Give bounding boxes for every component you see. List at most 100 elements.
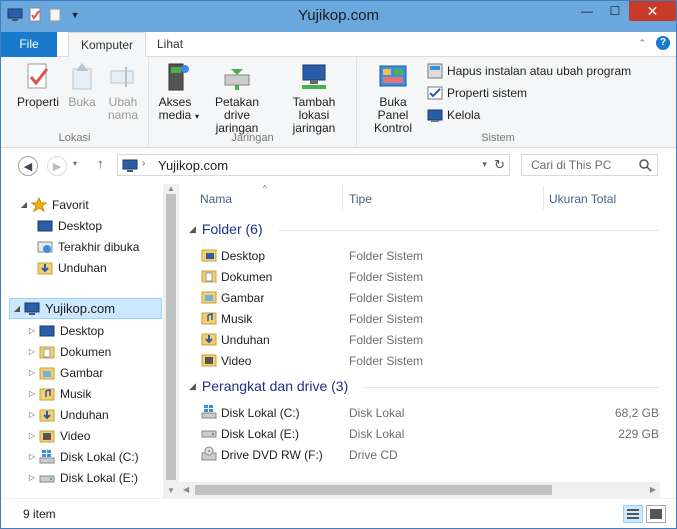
chevron-down-icon[interactable]: ▾: [73, 159, 77, 168]
computer-icon: [24, 302, 40, 315]
close-button[interactable]: ✕: [629, 1, 676, 21]
nav-pc-disk-c[interactable]: ▷ Disk Lokal (C:): [25, 446, 179, 467]
chevron-right-icon[interactable]: ›: [142, 158, 145, 169]
nav-favorit[interactable]: ◢ Favorit: [17, 194, 179, 215]
up-arrow-icon[interactable]: ↑: [97, 156, 104, 171]
list-item[interactable]: Dokumen Folder Sistem: [199, 266, 659, 287]
address-bar[interactable]: › Yujikop.com ▾ ↻: [117, 154, 510, 176]
nav-pc-pictures[interactable]: ▷ Gambar: [25, 362, 179, 383]
content-vertical-scrollbar[interactable]: [660, 184, 676, 482]
properti-sistem-button[interactable]: Properti sistem: [427, 85, 527, 101]
chevron-down-icon[interactable]: ▾: [482, 159, 487, 170]
nav-pc-desktop[interactable]: ▷ Desktop: [25, 320, 179, 341]
column-header: ^ Nama Tipe Ukuran Total: [179, 184, 676, 212]
media-icon: [161, 61, 193, 93]
nav-pc-videos[interactable]: ▷ Video: [25, 425, 179, 446]
manage-icon: [427, 109, 443, 122]
properti-button[interactable]: Properti: [15, 61, 61, 109]
hapus-instalan-button[interactable]: Hapus instalan atau ubah program: [427, 63, 631, 79]
list-item[interactable]: Disk Lokal (E:) Disk Lokal 229 GB: [199, 423, 659, 444]
nav-fav-recent[interactable]: Terakhir dibuka: [37, 236, 179, 257]
nav-fav-desktop[interactable]: Desktop: [37, 215, 179, 236]
recent-places-icon: [37, 241, 53, 253]
downloads-icon: [201, 333, 217, 346]
forward-button[interactable]: ▶: [47, 156, 67, 176]
content-pane: ^ Nama Tipe Ukuran Total ◢ Folder (6) De…: [179, 184, 676, 498]
music-icon: [201, 312, 217, 325]
group-header-drives[interactable]: ◢ Perangkat dan drive (3): [189, 378, 659, 394]
sort-arrow-icon: ^: [263, 184, 267, 193]
column-size[interactable]: Ukuran Total: [549, 192, 616, 206]
list-item[interactable]: Video Folder Sistem: [199, 350, 659, 371]
nav-pc-disk-e[interactable]: ▷ Disk Lokal (E:): [25, 467, 179, 488]
collapse-arrow-icon[interactable]: ▷: [25, 431, 39, 440]
buka-panel-button[interactable]: Buka Panel Kontrol: [361, 61, 425, 135]
group-header-folder[interactable]: ◢ Folder (6): [189, 221, 659, 237]
column-type[interactable]: Tipe: [349, 192, 372, 206]
nav-fav-downloads[interactable]: Unduhan: [37, 257, 179, 278]
chevron-down-icon[interactable]: ◢: [189, 224, 196, 235]
list-item[interactable]: Disk Lokal (C:) Disk Lokal 68,2 GB: [199, 402, 659, 423]
collapse-arrow-icon[interactable]: ▷: [25, 368, 39, 377]
collapse-arrow-icon[interactable]: ▷: [25, 326, 39, 335]
computer-icon: [122, 159, 138, 172]
collapse-arrow-icon[interactable]: ▷: [25, 452, 39, 461]
search-input[interactable]: Cari di This PC: [521, 154, 658, 176]
open-icon: [66, 61, 98, 93]
chevron-down-icon[interactable]: ◢: [189, 381, 196, 392]
group-label: Sistem: [481, 132, 515, 144]
tambah-lokasi-button[interactable]: Tambah lokasi jaringan: [275, 61, 353, 135]
refresh-icon[interactable]: ↻: [494, 157, 505, 173]
collapse-arrow-icon[interactable]: ▷: [25, 473, 39, 482]
minimize-button[interactable]: —: [573, 1, 601, 21]
tab-file[interactable]: File: [1, 32, 57, 57]
scroll-left-icon[interactable]: ◀: [183, 485, 189, 494]
scrollbar-thumb[interactable]: [166, 194, 176, 480]
akses-media-button[interactable]: Akses media ▾: [155, 61, 199, 123]
maximize-button[interactable]: ☐: [601, 1, 629, 21]
help-icon[interactable]: ?: [656, 36, 670, 50]
chevron-down-icon[interactable]: ⌃: [638, 38, 646, 49]
collapse-arrow-icon[interactable]: ▷: [25, 389, 39, 398]
nav-this-pc[interactable]: ◢ Yujikop.com: [9, 298, 162, 319]
navigation-bar: ◀ ▶ ▾ ↑ › Yujikop.com ▾ ↻ Cari di This P…: [1, 148, 676, 184]
status-bar: 9 item: [1, 498, 676, 528]
item-count: 9 item: [23, 507, 56, 521]
scroll-right-icon[interactable]: ▶: [650, 485, 656, 494]
nav-scrollbar[interactable]: ▲ ▼: [163, 184, 179, 498]
nav-pc-documents[interactable]: ▷ Dokumen: [25, 341, 179, 362]
expand-arrow-icon[interactable]: ◢: [17, 200, 31, 209]
scrollbar-thumb[interactable]: [195, 485, 552, 495]
list-item[interactable]: Unduhan Folder Sistem: [199, 329, 659, 350]
column-name[interactable]: Nama: [200, 192, 232, 206]
list-item[interactable]: Drive DVD RW (F:) Drive CD: [199, 444, 659, 465]
collapse-arrow-icon[interactable]: ▷: [25, 410, 39, 419]
documents-icon: [39, 346, 55, 358]
drive-icon: [39, 475, 55, 482]
desktop-icon: [37, 220, 53, 231]
horizontal-scrollbar[interactable]: ◀ ▶: [179, 482, 660, 498]
nav-pc-downloads[interactable]: ▷ Unduhan: [25, 404, 179, 425]
ubah-nama-button[interactable]: Ubah nama: [103, 61, 143, 122]
map-drive-icon: [221, 61, 253, 93]
scroll-down-icon[interactable]: ▼: [167, 486, 175, 495]
tab-komputer[interactable]: Komputer: [68, 32, 147, 58]
dvd-drive-icon: [201, 446, 217, 461]
buka-button[interactable]: Buka: [63, 61, 101, 109]
petakan-drive-button[interactable]: Petakan drive jaringan: [201, 61, 273, 135]
list-item[interactable]: Gambar Folder Sistem: [199, 287, 659, 308]
list-item[interactable]: Musik Folder Sistem: [199, 308, 659, 329]
expand-arrow-icon[interactable]: ◢: [10, 304, 24, 313]
details-view-button[interactable]: [623, 505, 643, 523]
collapse-arrow-icon[interactable]: ▷: [25, 347, 39, 356]
list-item[interactable]: Desktop Folder Sistem: [199, 245, 659, 266]
tab-lihat[interactable]: Lihat: [145, 32, 195, 57]
windows-drive-icon: [39, 449, 55, 463]
kelola-button[interactable]: Kelola: [427, 107, 480, 123]
desktop-folder-icon: [201, 249, 217, 262]
back-button[interactable]: ◀: [18, 156, 38, 176]
nav-pc-music[interactable]: ▷ Musik: [25, 383, 179, 404]
downloads-icon: [37, 262, 53, 274]
scroll-up-icon[interactable]: ▲: [167, 184, 175, 193]
large-icons-view-button[interactable]: [646, 505, 666, 523]
